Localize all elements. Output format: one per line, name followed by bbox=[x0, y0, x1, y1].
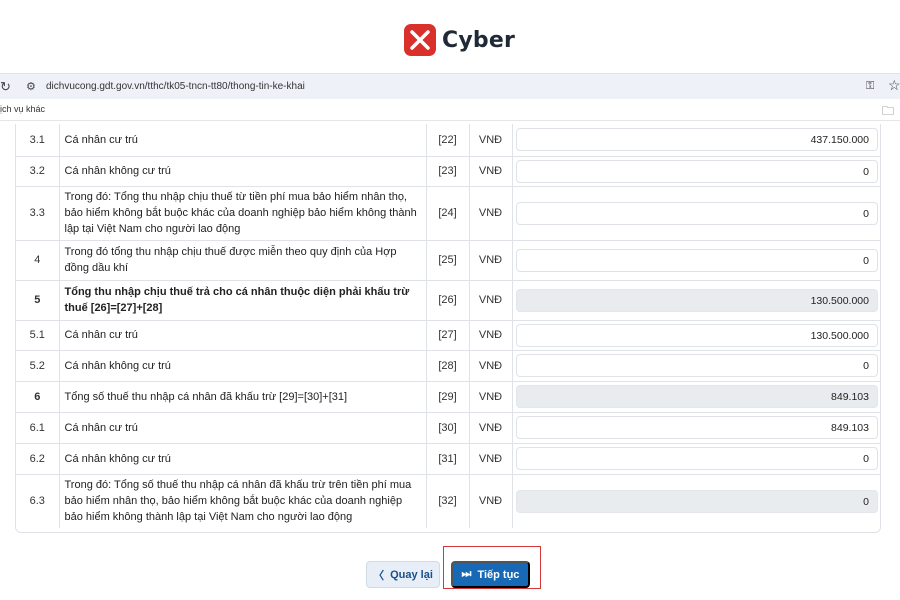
row-unit: VNĐ bbox=[469, 443, 513, 475]
row-unit: VNĐ bbox=[469, 280, 513, 321]
form-actions: 〈 Quay lại ⏭ Tiếp tục bbox=[0, 546, 900, 589]
table-row: 3.2 Cá nhân không cư trú [23] VNĐ 0 bbox=[16, 156, 880, 187]
continue-button[interactable]: ⏭ Tiếp tục bbox=[451, 561, 530, 588]
brand-header: Cyber bbox=[404, 24, 515, 56]
back-button[interactable]: 〈 Quay lại bbox=[366, 561, 440, 588]
row-description: Cá nhân cư trú bbox=[59, 124, 427, 157]
brand-name: Cyber bbox=[442, 27, 516, 53]
table-row: 4 Trong đó tổng thu nhập chịu thuế được m… bbox=[16, 240, 880, 281]
row-value-cell: 849.103 bbox=[512, 412, 880, 444]
row-code: [31] bbox=[426, 443, 470, 475]
site-settings-icon[interactable]: ⚙ bbox=[26, 80, 40, 94]
row-unit: VNĐ bbox=[469, 381, 513, 413]
bookmark-item[interactable]: ịch vụ khác bbox=[0, 104, 45, 114]
row-value-cell: 130.500.000 bbox=[512, 280, 880, 321]
row-description: Cá nhân cư trú bbox=[59, 320, 427, 351]
row-code: [24] bbox=[426, 186, 470, 241]
row-value-cell: 0 bbox=[512, 156, 880, 187]
row-code: [27] bbox=[426, 320, 470, 351]
value-readonly-field: 130.500.000 bbox=[515, 288, 878, 312]
row-unit: VNĐ bbox=[469, 412, 513, 444]
table-row: 5 Tổng thu nhập chịu thuế trả cho cá nhân… bbox=[16, 280, 880, 321]
row-unit: VNĐ bbox=[469, 474, 513, 528]
table-row: 6.3 Trong đó: Tổng số thuế thu nhập cá nh… bbox=[16, 474, 880, 528]
reload-icon[interactable]: ↻ bbox=[0, 79, 12, 94]
table-row: 3.3 Trong đó: Tổng thu nhập chịu thuế từ … bbox=[16, 186, 880, 241]
value-input[interactable]: 130.500.000 bbox=[515, 323, 878, 347]
row-description: Cá nhân không cư trú bbox=[59, 156, 427, 187]
row-number: 4 bbox=[16, 240, 60, 281]
row-unit: VNĐ bbox=[469, 186, 513, 241]
row-description: Tổng thu nhập chịu thuế trả cho cá nhân … bbox=[59, 280, 427, 321]
row-unit: VNĐ bbox=[469, 240, 513, 281]
continue-button-label: Tiếp tục bbox=[477, 568, 520, 581]
password-key-icon[interactable]: ⚿ bbox=[866, 80, 874, 93]
row-number: 6.1 bbox=[16, 412, 60, 444]
row-code: [32] bbox=[426, 474, 470, 528]
table-row: 6 Tổng số thuế thu nhập cá nhân đã khấu t… bbox=[16, 381, 880, 413]
row-number: 6.2 bbox=[16, 443, 60, 475]
row-unit: VNĐ bbox=[469, 350, 513, 382]
value-input[interactable]: 0 bbox=[515, 447, 878, 470]
row-description: Cá nhân không cư trú bbox=[59, 443, 427, 475]
row-code: [28] bbox=[426, 350, 470, 382]
row-code: [22] bbox=[426, 124, 470, 157]
folder-icon[interactable]: 🗀 bbox=[882, 102, 894, 123]
row-description: Cá nhân cư trú bbox=[59, 412, 427, 444]
row-code: [25] bbox=[426, 240, 470, 281]
table-row: 5.1 Cá nhân cư trú [27] VNĐ 130.500.000 bbox=[16, 320, 880, 351]
row-number: 6.3 bbox=[16, 474, 60, 528]
row-value-cell: 0 bbox=[512, 240, 880, 281]
bookmarks-bar: ịch vụ khác 🗀 bbox=[0, 99, 900, 121]
table-row: 3.1 Cá nhân cư trú [22] VNĐ 437.150.000 bbox=[16, 124, 880, 157]
url-text[interactable]: dichvucong.gdt.gov.vn/tthc/tk05-tncn-tt8… bbox=[46, 81, 305, 92]
row-code: [30] bbox=[426, 412, 470, 444]
row-value-cell: 0 bbox=[512, 350, 880, 382]
row-value-cell: 0 bbox=[512, 186, 880, 241]
declaration-table: 3.1 Cá nhân cư trú [22] VNĐ 437.150.000 3.2 Cá… bbox=[15, 124, 881, 533]
row-description: Trong đó tổng thu nhập chịu thuế được mi… bbox=[59, 240, 427, 281]
row-unit: VNĐ bbox=[469, 124, 513, 157]
row-value-cell: 130.500.000 bbox=[512, 320, 880, 351]
row-code: [29] bbox=[426, 381, 470, 413]
value-readonly-field: 0 bbox=[515, 489, 878, 513]
row-number: 3.1 bbox=[16, 124, 60, 157]
value-input[interactable]: 0 bbox=[515, 159, 878, 183]
row-number: 6 bbox=[16, 381, 60, 413]
bookmark-star-icon[interactable]: ☆ bbox=[888, 77, 900, 94]
back-button-label: Quay lại bbox=[390, 568, 433, 581]
value-input[interactable]: 0 bbox=[515, 201, 878, 225]
row-value-cell: 849.103 bbox=[512, 381, 880, 413]
row-value-cell: 437.150.000 bbox=[512, 124, 880, 157]
chevron-left-icon: 〈 bbox=[373, 569, 385, 582]
table-row: 5.2 Cá nhân không cư trú [28] VNĐ 0 bbox=[16, 350, 880, 382]
row-description: Trong đó: Tổng thu nhập chịu thuế từ tiề… bbox=[59, 186, 427, 241]
row-value-cell: 0 bbox=[512, 474, 880, 528]
browser-address-bar: ↻ ⚙ dichvucong.gdt.gov.vn/tthc/tk05-tncn… bbox=[0, 73, 900, 99]
row-number: 3.3 bbox=[16, 186, 60, 241]
row-description: Tổng số thuế thu nhập cá nhân đã khấu tr… bbox=[59, 381, 427, 413]
value-input[interactable]: 437.150.000 bbox=[515, 128, 878, 152]
cyber-logo-icon bbox=[404, 24, 436, 56]
row-unit: VNĐ bbox=[469, 156, 513, 187]
row-value-cell: 0 bbox=[512, 443, 880, 475]
skip-next-icon: ⏭ bbox=[461, 568, 472, 580]
row-code: [26] bbox=[426, 280, 470, 321]
row-description: Trong đó: Tổng số thuế thu nhập cá nhân … bbox=[59, 474, 427, 528]
table-row: 6.2 Cá nhân không cư trú [31] VNĐ 0 bbox=[16, 443, 880, 475]
table-row: 6.1 Cá nhân cư trú [30] VNĐ 849.103 bbox=[16, 412, 880, 444]
table-body: 3.1 Cá nhân cư trú [22] VNĐ 437.150.000 3.2 Cá… bbox=[16, 124, 880, 528]
value-readonly-field: 849.103 bbox=[515, 385, 878, 408]
row-number: 3.2 bbox=[16, 156, 60, 187]
row-number: 5.2 bbox=[16, 350, 60, 382]
row-number: 5 bbox=[16, 280, 60, 321]
row-code: [23] bbox=[426, 156, 470, 187]
value-input[interactable]: 849.103 bbox=[515, 416, 878, 439]
row-description: Cá nhân không cư trú bbox=[59, 350, 427, 382]
value-input[interactable]: 0 bbox=[515, 248, 878, 272]
row-unit: VNĐ bbox=[469, 320, 513, 351]
row-number: 5.1 bbox=[16, 320, 60, 351]
value-input[interactable]: 0 bbox=[515, 354, 878, 377]
